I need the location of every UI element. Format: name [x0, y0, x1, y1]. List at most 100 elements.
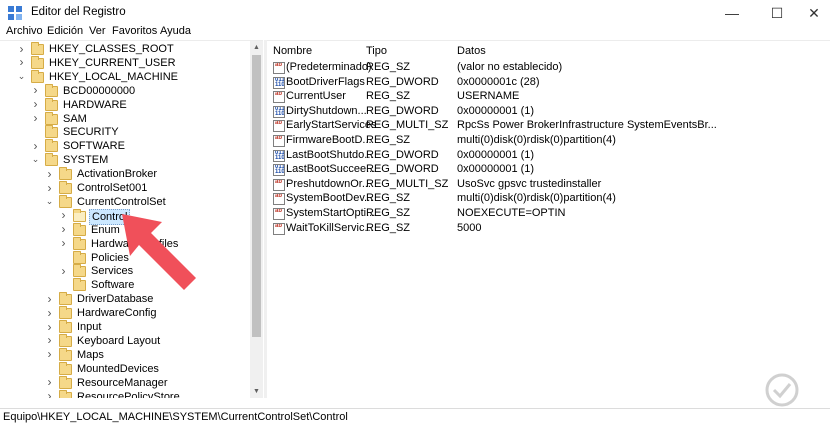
folder-icon [59, 306, 72, 320]
chevron-right-icon[interactable]: › [45, 306, 54, 320]
tree-item-label: SAM [63, 112, 87, 125]
chevron-right-icon[interactable]: › [45, 181, 54, 195]
menu-favoritos[interactable]: Favoritos [112, 25, 157, 37]
tree-item-label: SYSTEM [63, 154, 109, 167]
tree-item[interactable]: › ResourceManager [0, 375, 250, 390]
values-list[interactable]: Nombre Tipo Datos ab (Predeterminado) REG_… [267, 40, 830, 398]
value-row[interactable]: ab SystemStartOpti... REG_SZ NOEXECUTE=OPT… [267, 207, 827, 221]
tree-item-label: BCD00000000 [63, 84, 136, 97]
value-row[interactable]: 011 110 BootDriverFlags REG_DWORD 0x0000001c… [267, 76, 827, 90]
value-data: (valor no establecido) [457, 61, 563, 73]
value-row[interactable]: ab PreshutdownOr... REG_MULTI_SZ UsoSvc gps… [267, 178, 827, 192]
folder-icon [59, 167, 72, 181]
tree-item[interactable]: › BCD00000000 [0, 83, 250, 98]
value-data: 0x00000001 (1) [457, 104, 535, 117]
close-button[interactable]: ✕ [797, 0, 830, 26]
chevron-right-icon[interactable]: › [31, 139, 40, 153]
menu-bar: Archivo Edición Ver Favoritos Ayuda [0, 24, 830, 40]
value-data: 5000 [457, 221, 482, 234]
tree-item[interactable]: SECURITY [0, 125, 250, 139]
menu-ayuda[interactable]: Ayuda [160, 25, 191, 37]
chevron-right-icon[interactable]: › [45, 347, 54, 361]
scroll-down-icon[interactable]: ▼ [250, 385, 263, 398]
value-row[interactable]: 011 110 DirtyShutdown... REG_DWORD 0x0000000… [267, 105, 827, 119]
column-header-data[interactable]: Datos [457, 45, 486, 57]
chevron-right-icon[interactable]: › [45, 375, 54, 389]
tree-item[interactable]: ⌄ CurrentControlSet [0, 194, 250, 209]
string-value-icon: ab [273, 135, 285, 147]
tree-item[interactable]: ⌄ SYSTEM [0, 153, 250, 167]
chevron-right-icon[interactable]: › [17, 55, 26, 69]
value-name: EarlyStartServices [286, 119, 377, 132]
tree-item-label: HKEY_CLASSES_ROOT [49, 43, 174, 55]
tree-item[interactable]: › SAM [0, 111, 250, 126]
chevron-right-icon[interactable]: › [59, 208, 68, 222]
folder-icon [59, 292, 72, 306]
tree-item[interactable]: ⌄ HKEY_LOCAL_MACHINE [0, 69, 250, 84]
value-row[interactable]: ab (Predeterminado) REG_SZ (valor no establ… [267, 61, 827, 75]
chevron-down-icon[interactable]: ⌄ [17, 71, 26, 81]
value-row[interactable]: ab EarlyStartServices REG_MULTI_SZ RpcSs Po… [267, 119, 827, 133]
tree-item[interactable]: › HKEY_CURRENT_USER [0, 55, 250, 70]
chevron-right-icon[interactable]: › [45, 320, 54, 334]
tree-item[interactable]: › ActivationBroker [0, 167, 250, 181]
binary-value-icon: 011 110 [273, 105, 285, 118]
value-type: REG_SZ [366, 207, 411, 219]
folder-icon [59, 389, 72, 398]
chevron-right-icon[interactable]: › [59, 264, 68, 278]
registry-editor-window: Editor del Registro — ☐ ✕ Archivo Edició… [0, 0, 830, 425]
tree-item[interactable]: › Keyboard Layout [0, 333, 250, 348]
tree-item-label: Keyboard Layout [77, 334, 161, 347]
tree-scrollbar[interactable]: ▲ ▼ [250, 41, 263, 398]
chevron-right-icon[interactable]: › [45, 292, 54, 306]
status-bar: Equipo\HKEY_LOCAL_MACHINE\SYSTEM\Current… [0, 408, 830, 425]
chevron-down-icon[interactable]: ⌄ [31, 154, 40, 164]
folder-icon [45, 111, 58, 125]
value-row[interactable]: 011 110 LastBootShutdo... REG_DWORD 0x000000… [267, 149, 827, 163]
string-value-icon: ab [273, 91, 285, 104]
tree-item[interactable]: › ControlSet001 [0, 181, 250, 195]
tree-item[interactable]: › HardwareConfig [0, 306, 250, 320]
chevron-right-icon[interactable]: › [17, 42, 26, 56]
value-row[interactable]: 011 110 LastBootSuccee... REG_DWORD 0x000000… [267, 163, 827, 177]
value-name: SystemBootDev... [286, 192, 374, 205]
scrollbar-thumb[interactable] [252, 55, 261, 337]
chevron-right-icon[interactable]: › [31, 97, 40, 111]
column-header-type[interactable]: Tipo [366, 45, 387, 57]
value-row[interactable]: ab SystemBootDev... REG_SZ multi(0)disk(0)r… [267, 192, 827, 206]
watermark-logo [765, 373, 799, 407]
menu-edicion[interactable]: Edición [47, 25, 83, 37]
chevron-right-icon[interactable]: › [45, 167, 54, 181]
tree-item[interactable]: › SOFTWARE [0, 139, 250, 153]
folder-icon [31, 42, 44, 55]
column-header-name[interactable]: Nombre [273, 45, 312, 57]
value-row[interactable]: ab CurrentUser REG_SZ USERNAME [267, 90, 827, 104]
folder-icon [73, 264, 86, 278]
folder-icon [73, 208, 86, 222]
maximize-button[interactable]: ☐ [760, 0, 794, 26]
tree-item[interactable]: › HKEY_CLASSES_ROOT [0, 42, 250, 56]
value-name: CurrentUser [286, 90, 346, 103]
tree-item[interactable]: MountedDevices [0, 361, 250, 376]
tree-item-label: Enum [91, 223, 120, 236]
menu-ver[interactable]: Ver [89, 25, 106, 37]
chevron-right-icon[interactable]: › [59, 236, 68, 250]
chevron-right-icon[interactable]: › [31, 111, 40, 125]
tree-item[interactable]: › Maps [0, 347, 250, 362]
chevron-right-icon[interactable]: › [31, 83, 40, 97]
chevron-down-icon[interactable]: ⌄ [45, 196, 54, 206]
value-row[interactable]: ab FirmwareBootD... REG_SZ multi(0)disk(0)r… [267, 134, 827, 148]
tree-item[interactable]: › ResourcePolicyStore [0, 389, 250, 398]
tree-item[interactable]: › Input [0, 320, 250, 334]
minimize-button[interactable]: — [715, 0, 749, 26]
tree-item[interactable]: › HARDWARE [0, 97, 250, 112]
menu-archivo[interactable]: Archivo [6, 25, 43, 37]
folder-icon [59, 333, 72, 347]
scroll-up-icon[interactable]: ▲ [250, 41, 263, 54]
chevron-right-icon[interactable]: › [45, 389, 54, 398]
title-bar[interactable]: Editor del Registro — ☐ ✕ [0, 0, 830, 26]
chevron-right-icon[interactable]: › [45, 333, 54, 347]
chevron-right-icon[interactable]: › [59, 222, 68, 236]
folder-icon [59, 361, 72, 375]
value-row[interactable]: ab WaitToKillServic... REG_SZ 5000 [267, 222, 827, 236]
